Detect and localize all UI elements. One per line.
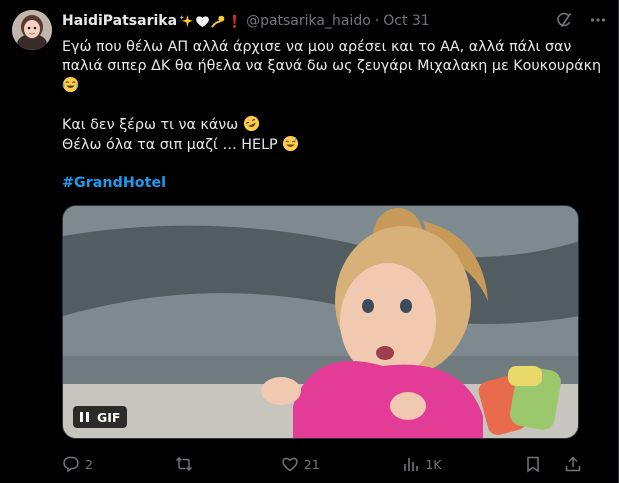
blank-line-2 <box>62 155 602 174</box>
reply-icon <box>63 456 79 473</box>
grok-icon[interactable] <box>554 10 574 30</box>
white-heart-emoji <box>196 15 209 27</box>
hashtag-link[interactable]: #GrandHotel <box>62 175 166 191</box>
tweet-card[interactable]: HaidiPatsarika @patsarika_haido · Oct 31… <box>0 0 619 483</box>
joy-emoji <box>62 76 79 93</box>
dizzy-emoji <box>211 15 225 28</box>
heart-icon <box>282 457 298 472</box>
gif-label: GIF <box>97 409 121 425</box>
reply-button[interactable]: 2 <box>62 455 93 473</box>
share-icon <box>565 456 581 472</box>
rofl-emoji <box>243 115 259 132</box>
secondary-actions <box>524 455 582 473</box>
bookmark-icon <box>527 456 539 473</box>
gif-media[interactable]: GIF <box>62 205 579 439</box>
exclamation-emoji <box>232 14 237 28</box>
reply-count: 2 <box>85 456 93 472</box>
text-line-3 <box>62 76 602 96</box>
retweet-button[interactable] <box>175 455 198 473</box>
text-line-2: παλιά σιπερ ΔΚ θα ήθελα να ξανά δω ως ζε… <box>62 58 602 74</box>
separator-dot: · <box>374 13 380 29</box>
display-name[interactable]: HaidiPatsarika <box>62 13 177 29</box>
author-handle[interactable]: @patsarika_haido <box>246 13 371 29</box>
views-button[interactable]: 1K <box>402 455 441 473</box>
tweet-header: HaidiPatsarika @patsarika_haido · Oct 31 <box>62 11 598 31</box>
views-count: 1K <box>425 456 442 472</box>
text-line-1: Εγώ που θέλω ΑΠ αλλά άρχισε να μου αρέσε… <box>62 39 572 55</box>
like-count: 21 <box>303 456 320 472</box>
action-bar: 2 21 1K <box>62 452 582 476</box>
top-actions <box>554 10 608 30</box>
name-emojis <box>179 14 242 29</box>
views-chart-icon <box>404 458 419 471</box>
sparkles-emoji <box>179 14 194 27</box>
tweet-text: Εγώ που θέλω ΑΠ αλλά άρχισε να μου αρέσε… <box>62 38 602 193</box>
avatar[interactable] <box>12 10 52 50</box>
text-line-5: Θέλω όλα τα σιπ μαζί … HELP <box>62 135 602 155</box>
like-button[interactable]: 21 <box>281 455 320 473</box>
pause-icon[interactable] <box>80 412 89 422</box>
text-line-4: Και δεν ξέρω τι να κάνω <box>62 115 602 135</box>
share-button[interactable] <box>564 455 582 473</box>
hashtag-line: #GrandHotel <box>62 174 602 193</box>
text-line-4-text: Και δεν ξέρω τι να κάνω <box>62 117 239 133</box>
text-line-5-text: Θέλω όλα τα σιπ μαζί … HELP <box>62 137 278 153</box>
bookmark-button[interactable] <box>524 455 542 473</box>
sweat-smile-emoji <box>283 135 299 152</box>
gif-badge[interactable]: GIF <box>73 406 128 428</box>
retweet-icon <box>176 456 193 472</box>
gif-frame-image <box>63 206 578 438</box>
more-options-icon[interactable] <box>588 10 608 30</box>
timestamp[interactable]: Oct 31 <box>383 13 429 29</box>
